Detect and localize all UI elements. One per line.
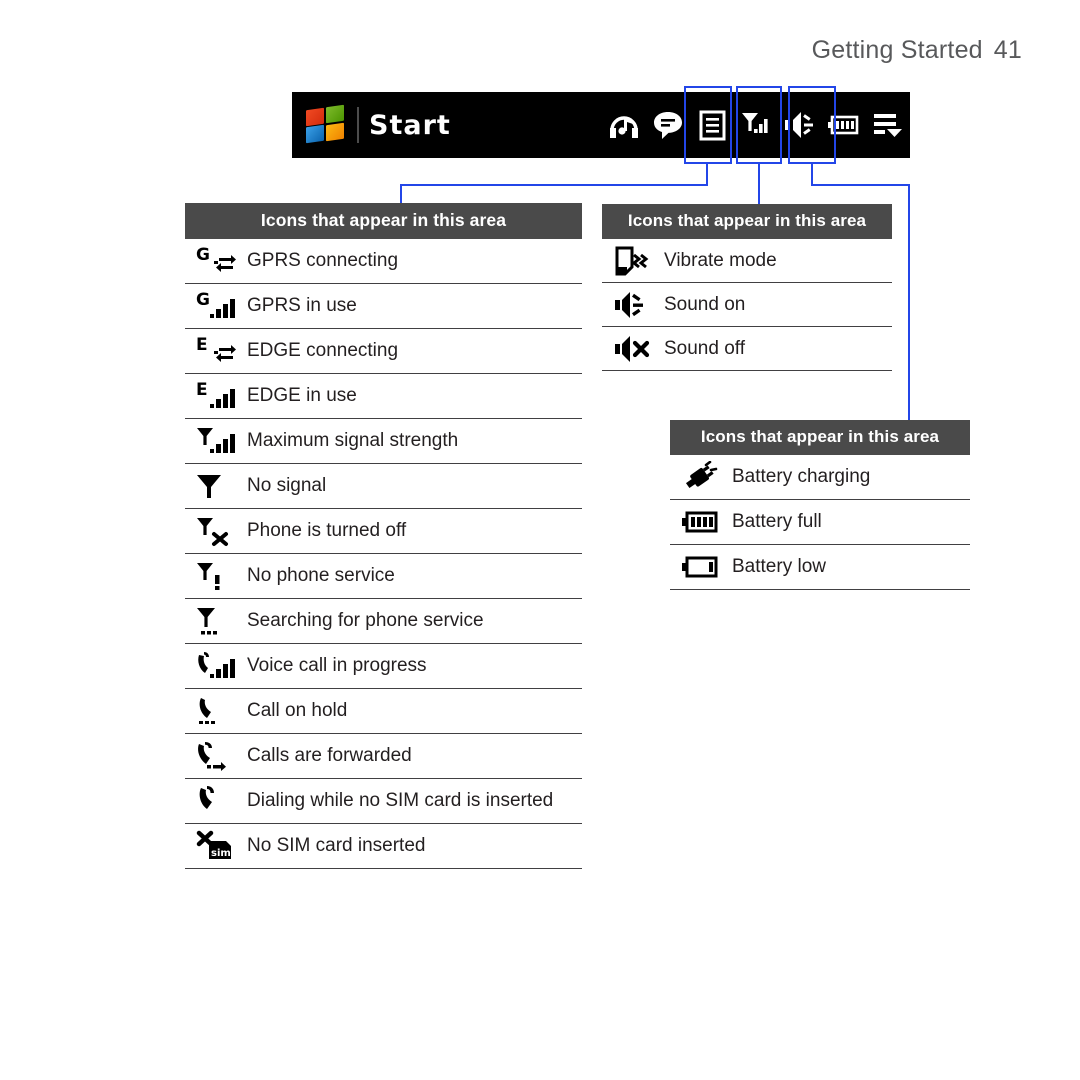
taskbar-divider xyxy=(357,107,359,143)
callout-line-signal xyxy=(400,184,708,186)
row-label: Calls are forwarded xyxy=(247,745,412,766)
row-label: Sound on xyxy=(664,293,746,315)
table-signal-icons: Icons that appear in this area G GPRS co… xyxy=(185,203,582,869)
table-row: Sound on xyxy=(602,283,892,327)
table-header: Icons that appear in this area xyxy=(185,203,582,239)
gprs-connecting-icon: G xyxy=(185,239,243,283)
start-button[interactable]: Start xyxy=(369,110,451,141)
sound-on-icon xyxy=(602,283,660,327)
notes-list-icon[interactable] xyxy=(690,93,734,157)
row-label: No phone service xyxy=(247,565,395,586)
menu-arrow-icon[interactable] xyxy=(866,93,910,157)
searching-service-icon xyxy=(185,599,243,643)
svg-text:G: G xyxy=(196,245,210,265)
row-label: EDGE connecting xyxy=(247,340,399,361)
row-label: Dialing while no SIM card is inserted xyxy=(247,790,554,811)
headphones-music-icon[interactable] xyxy=(602,93,646,157)
table-row: No signal xyxy=(185,464,582,509)
row-label: EDGE in use xyxy=(247,385,357,406)
table-header: Icons that appear in this area xyxy=(602,204,892,239)
no-signal-icon xyxy=(185,464,243,508)
row-label: Sound off xyxy=(664,337,746,359)
row-label: Battery low xyxy=(732,556,826,577)
svg-text:sim: sim xyxy=(211,848,231,859)
table-row: E EDGE connecting xyxy=(185,329,582,374)
callout-line-battery xyxy=(811,164,813,186)
vibrate-mode-icon xyxy=(602,239,660,283)
page-number: 41 xyxy=(993,36,1022,64)
row-label: Battery full xyxy=(732,511,822,532)
no-phone-service-icon xyxy=(185,554,243,598)
signal-strength-icon[interactable] xyxy=(734,93,778,157)
row-label: No SIM card inserted xyxy=(247,835,426,856)
row-label: Phone is turned off xyxy=(247,520,407,541)
sound-off-icon xyxy=(602,327,660,371)
no-sim-card-icon: sim xyxy=(185,824,243,868)
table-row: Call on hold xyxy=(185,689,582,734)
device-taskbar: Start xyxy=(292,92,910,158)
table-row: Battery full xyxy=(670,500,970,545)
row-label: Maximum signal strength xyxy=(247,430,459,451)
table-row: G GPRS connecting xyxy=(185,239,582,284)
table-row: Sound off xyxy=(602,327,892,371)
chat-bubble-icon[interactable] xyxy=(646,93,690,157)
row-label: Vibrate mode xyxy=(664,249,777,271)
table-row: E EDGE in use xyxy=(185,374,582,419)
row-label: Call on hold xyxy=(247,700,348,721)
svg-text:E: E xyxy=(196,335,208,355)
row-label: Voice call in progress xyxy=(247,655,427,676)
gprs-in-use-icon: G xyxy=(185,284,243,328)
phone-turned-off-icon xyxy=(185,509,243,553)
max-signal-strength-icon xyxy=(185,419,243,463)
row-label: GPRS in use xyxy=(247,295,357,316)
edge-connecting-icon: E xyxy=(185,329,243,373)
table-row: Phone is turned off xyxy=(185,509,582,554)
table-row: G GPRS in use xyxy=(185,284,582,329)
row-label: Battery charging xyxy=(732,466,871,487)
calls-forwarded-icon xyxy=(185,734,243,778)
table-row: sim No SIM card inserted xyxy=(185,824,582,869)
voice-call-in-progress-icon xyxy=(185,644,243,688)
table-sound-icons: Icons that appear in this area Vibrate m… xyxy=(602,204,892,371)
table-row: Battery low xyxy=(670,545,970,590)
row-label: Searching for phone service xyxy=(247,610,484,631)
callout-line-battery xyxy=(811,184,910,186)
table-row: Battery charging xyxy=(670,455,970,500)
table-row: Maximum signal strength xyxy=(185,419,582,464)
dialing-no-sim-icon xyxy=(185,779,243,823)
table-header: Icons that appear in this area xyxy=(670,420,970,455)
call-on-hold-icon xyxy=(185,689,243,733)
callout-line-signal xyxy=(706,164,708,186)
page-header: Getting Started 41 xyxy=(812,36,1022,65)
callout-line-signal xyxy=(400,184,402,205)
battery-low-icon xyxy=(670,545,728,589)
battery-full-icon[interactable] xyxy=(822,93,866,157)
svg-text:G: G xyxy=(196,290,210,310)
table-row: Dialing while no SIM card is inserted xyxy=(185,779,582,824)
table-row: Vibrate mode xyxy=(602,239,892,283)
callout-line-sound xyxy=(758,164,760,206)
table-row: Searching for phone service xyxy=(185,599,582,644)
speaker-sound-on-icon[interactable] xyxy=(778,93,822,157)
row-label: No signal xyxy=(247,475,327,496)
row-label: GPRS connecting xyxy=(247,250,399,271)
table-row: Calls are forwarded xyxy=(185,734,582,779)
battery-full-icon xyxy=(670,500,728,544)
edge-in-use-icon: E xyxy=(185,374,243,418)
page-title: Getting Started xyxy=(811,36,983,64)
windows-logo-icon[interactable] xyxy=(305,104,349,144)
svg-text:E: E xyxy=(196,380,208,400)
table-battery-icons: Icons that appear in this area Battery c… xyxy=(670,420,970,590)
callout-line-battery xyxy=(908,184,910,422)
table-row: No phone service xyxy=(185,554,582,599)
table-row: Voice call in progress xyxy=(185,644,582,689)
battery-charging-icon xyxy=(670,455,728,499)
